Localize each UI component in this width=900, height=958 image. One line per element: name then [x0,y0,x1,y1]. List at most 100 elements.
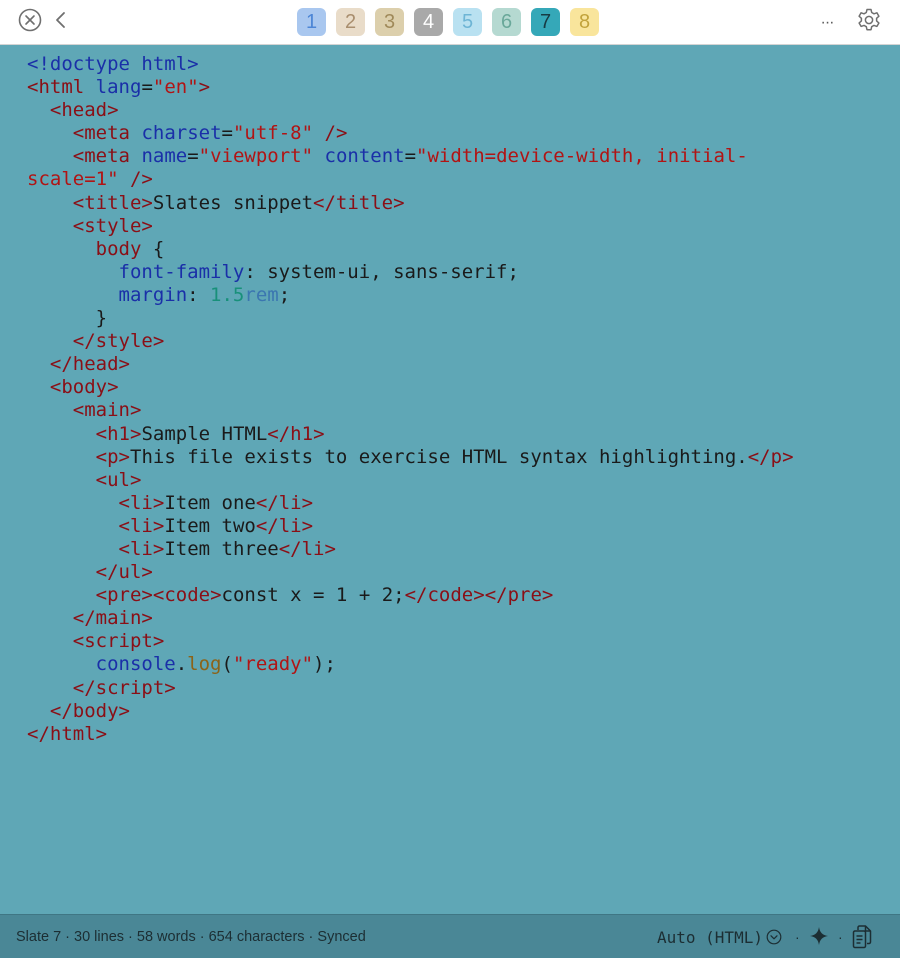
slate-tab-4[interactable]: 4 [414,8,443,36]
code-token: > [118,353,130,376]
code-token: = [141,76,153,99]
code-line: <title>Slates snippet</title> [27,192,900,215]
code-token: > [541,584,554,607]
copy-button[interactable] [851,924,873,950]
code-token: : system-ui, sans-serif; [244,260,519,283]
chevron-left-icon [54,10,68,35]
language-mode-label: Auto (HTML) [657,927,763,947]
slate-tab-1[interactable]: 1 [297,8,326,36]
code-token: meta [84,145,130,168]
code-token: html [38,76,85,99]
code-token: > [210,584,222,607]
code-line: font-family: system-ui, sans-serif; [27,261,900,284]
code-token: ); [313,653,336,676]
code-token: < [49,376,62,399]
slate-tab-7[interactable]: 7 [531,8,560,36]
code-token: . [175,653,188,676]
language-mode-selector[interactable]: Auto (HTML) [657,926,782,948]
code-token: > [301,514,314,537]
code-line: <p>This file exists to exercise HTML syn… [27,446,900,469]
more-options-button[interactable]: ··· [812,0,842,45]
code-token: : [187,283,211,306]
code-token: li [301,537,325,560]
code-token: = [187,145,199,168]
code-editor[interactable]: <!doctype html> <html lang="en"> <head> <… [0,45,900,914]
close-button[interactable] [16,0,44,45]
code-token: > [129,399,142,422]
code-token: < [118,491,130,514]
code-token: const x = 1 + 2; [221,584,405,607]
code-token: title [335,191,394,214]
slate-tab-2[interactable]: 2 [336,8,365,36]
code-token: content [324,145,405,168]
code-token: meta [84,122,130,145]
code-token: </ [278,537,302,560]
code-token: > [141,561,153,584]
code-token: body [61,376,108,399]
back-button[interactable] [50,0,72,45]
slate-tab-3[interactable]: 3 [375,8,404,36]
code-line: <li>Item two</li> [27,515,900,538]
code-token: < [72,399,85,422]
circle-x-icon [18,8,42,37]
code-token: li [129,491,153,514]
code-token: < [72,214,85,237]
code-content[interactable]: <!doctype html> <html lang="en"> <head> <… [27,53,900,746]
code-token: /> [324,122,348,145]
code-token: < [118,514,130,537]
code-token: li [129,514,153,537]
code-token: This file exists to exercise HTML syntax… [130,445,748,468]
more-icon: ··· [820,13,835,31]
code-token: > [152,330,165,353]
slate-tab-8[interactable]: 8 [570,8,599,36]
code-token: > [141,584,153,607]
code-token: pre [507,584,542,607]
code-token: </ [72,676,96,699]
sparkle-icon [808,927,830,951]
code-token: } [27,307,108,330]
code-token: code [427,584,474,607]
code-token: style [84,214,142,237]
code-line: </main> [27,607,900,630]
code-line: <h1>Sample HTML</h1> [27,423,900,446]
code-token: = [404,145,417,168]
code-token: </ [72,330,96,353]
code-token: </ [255,514,279,537]
code-line: </html> [27,723,900,746]
gear-icon [856,7,882,38]
code-token: script [95,676,165,699]
code-token: > [152,630,165,653]
code-token: li [129,537,153,560]
slate-tab-6[interactable]: 6 [492,8,521,36]
separator-dot: · [838,929,843,945]
code-line: scale=1" /> [27,168,900,191]
code-line: <style> [27,215,900,238]
code-token: </ [49,353,73,376]
code-token: > [152,491,165,514]
code-token: > [313,422,325,445]
code-line: <html lang="en"> [27,76,900,99]
ai-assist-button[interactable] [808,925,830,947]
code-token: < [72,630,85,653]
code-token: < [152,584,165,607]
code-token: > [393,191,405,214]
slate-tab-5[interactable]: 5 [453,8,482,36]
settings-button[interactable] [852,0,886,45]
